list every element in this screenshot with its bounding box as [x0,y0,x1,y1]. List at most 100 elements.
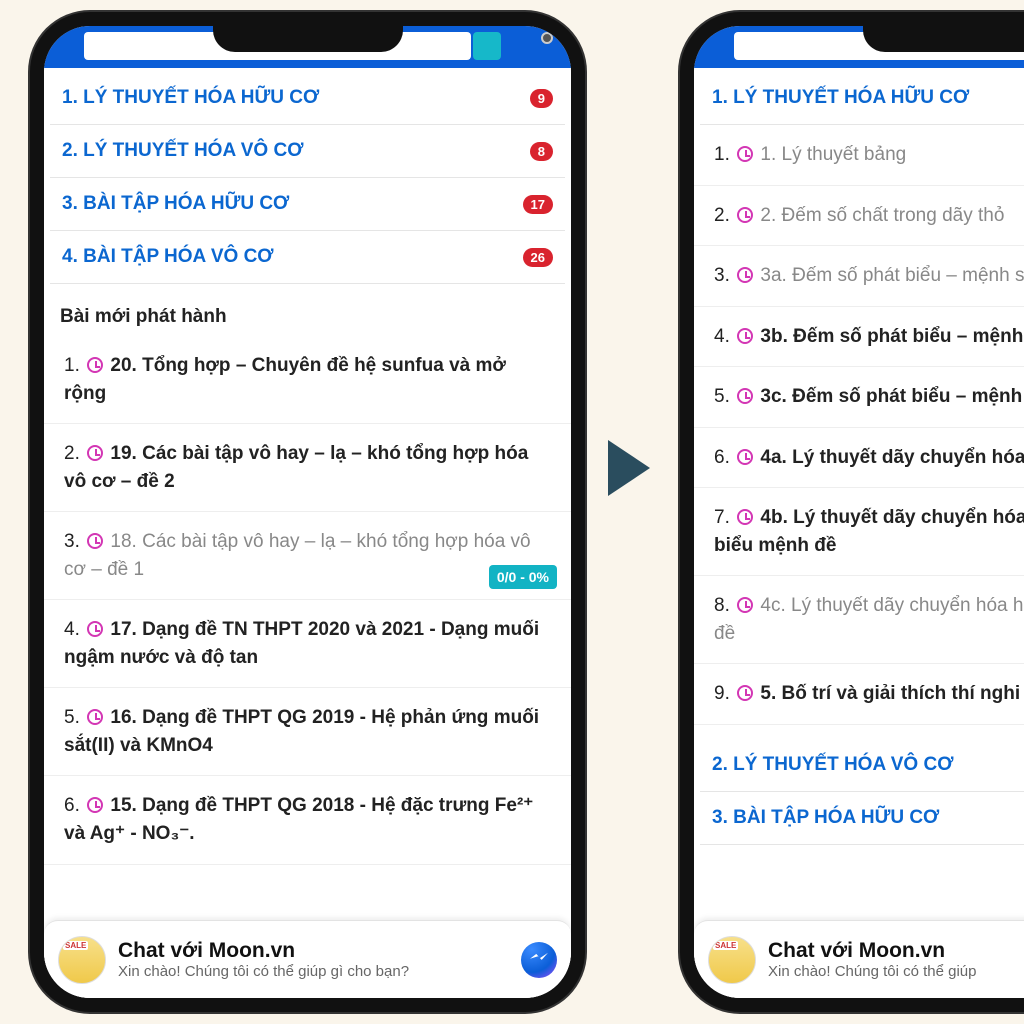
lesson-item[interactable]: 6. 15. Dạng đề THPT QG 2018 - Hệ đặc trư… [44,776,571,864]
progress-badge: 0/0 - 0% [489,565,557,589]
lesson-list: 1. 1. Lý thuyết bảng 2. 2. Đếm số chất t… [694,125,1024,725]
screen: 1. LÝ THUYẾT HÓA HỮU CƠ 9 2. LÝ THUYẾT H… [44,68,571,998]
category-label: 1. LÝ THUYẾT HÓA HỮU CƠ [712,87,969,109]
count-badge: 8 [530,142,553,161]
count-badge: 17 [523,195,553,214]
item-title: 3b. Đếm số phát biểu – mệnh số 2 [760,326,1024,347]
clock-icon [737,328,753,344]
category-item[interactable]: 2. LÝ THUYẾT HÓA VÔ CƠ [700,739,1024,792]
lesson-item[interactable]: 5. 3c. Đếm số phát biểu – mệnh số 3 [694,367,1024,428]
lesson-item[interactable]: 3. 3a. Đếm số phát biểu – mệnh số 1 [694,246,1024,307]
search-go-button[interactable] [473,32,501,60]
item-index: 5. [714,386,730,407]
item-index: 8. [714,595,730,616]
category-label: 4. BÀI TẬP HÓA VÔ CƠ [62,246,274,268]
clock-icon [737,207,753,223]
clock-icon [87,709,103,725]
chat-title: Chat với Moon.vn [768,939,1024,963]
lesson-item[interactable]: 4. 17. Dạng đề TN THPT 2020 và 2021 - Dạ… [44,600,571,688]
category-list: 1. LÝ THUYẾT HÓA HỮU CƠ [700,72,1024,125]
chat-avatar-icon [58,936,106,984]
item-title: 3c. Đếm số phát biểu – mệnh số 3 [760,386,1024,407]
clock-icon [737,509,753,525]
phone-left: 1. LÝ THUYẾT HÓA HỮU CƠ 9 2. LÝ THUYẾT H… [30,12,585,1012]
category-item[interactable]: 4. BÀI TẬP HÓA VÔ CƠ 26 [50,231,565,284]
section-title: Bài mới phát hành [44,284,571,336]
item-title: 4a. Lý thuyết dãy chuyển hóa [760,447,1024,468]
clock-icon [87,445,103,461]
chat-subtitle: Xin chào! Chúng tôi có thể giúp gì cho b… [118,963,509,980]
category-label: 3. BÀI TẬP HÓA HỮU CƠ [712,807,939,829]
item-title: 15. Dạng đề THPT QG 2018 - Hệ đặc trưng … [64,795,533,844]
notch [213,24,403,52]
item-title: 19. Các bài tập vô hay – lạ – khó tổng h… [64,443,528,492]
lesson-item[interactable]: 5. 16. Dạng đề THPT QG 2019 - Hệ phản ứn… [44,688,571,776]
item-index: 4. [64,619,80,640]
category-item[interactable]: 2. LÝ THUYẾT HÓA VÔ CƠ 8 [50,125,565,178]
chat-subtitle: Xin chào! Chúng tôi có thể giúp [768,963,1024,980]
category-item[interactable]: 1. LÝ THUYẾT HÓA HỮU CƠ 9 [50,72,565,125]
lesson-item[interactable]: 7. 4b. Lý thuyết dãy chuyển hóa chữ kết … [694,488,1024,576]
lesson-item[interactable]: 2. 2. Đếm số chất trong dãy thỏ [694,186,1024,247]
clock-icon [737,685,753,701]
item-index: 7. [714,507,730,528]
count-badge: 26 [523,248,553,267]
lesson-item[interactable]: 9. 5. Bố trí và giải thích thí nghi [694,664,1024,725]
screen: 1. LÝ THUYẾT HÓA HỮU CƠ 1. 1. Lý thuyết … [694,68,1024,998]
item-index: 1. [64,355,80,376]
topbar-dot-icon [541,32,553,44]
lesson-item[interactable]: 1. 20. Tổng hợp – Chuyên đề hệ sunfua và… [44,336,571,424]
item-index: 4. [714,326,730,347]
chat-bar[interactable]: Chat với Moon.vn Xin chào! Chúng tôi có … [694,920,1024,998]
notch [863,24,1024,52]
count-badge: 9 [530,89,553,108]
category-list: 1. LÝ THUYẾT HÓA HỮU CƠ 9 2. LÝ THUYẾT H… [50,72,565,284]
item-index: 6. [64,795,80,816]
item-title: 5. Bố trí và giải thích thí nghi [760,683,1020,704]
item-title: 16. Dạng đề THPT QG 2019 - Hệ phản ứng m… [64,707,539,756]
category-item[interactable]: 3. BÀI TẬP HÓA HỮU CƠ 17 [50,178,565,231]
phone-right: 1. LÝ THUYẾT HÓA HỮU CƠ 1. 1. Lý thuyết … [680,12,1024,1012]
messenger-icon[interactable] [521,942,557,978]
lesson-item[interactable]: 2. 19. Các bài tập vô hay – lạ – khó tổn… [44,424,571,512]
clock-icon [87,797,103,813]
lesson-item[interactable]: 3. 18. Các bài tập vô hay – lạ – khó tổn… [44,512,571,600]
item-index: 6. [714,447,730,468]
category-label: 3. BÀI TẬP HÓA HỮU CƠ [62,193,289,215]
item-title: 1. Lý thuyết bảng [760,144,906,165]
chat-bar[interactable]: Chat với Moon.vn Xin chào! Chúng tôi có … [44,920,571,998]
item-title: 18. Các bài tập vô hay – lạ – khó tổng h… [64,531,531,580]
category-list-rest: 2. LÝ THUYẾT HÓA VÔ CƠ 3. BÀI TẬP HÓA HỮ… [700,739,1024,845]
clock-icon [87,621,103,637]
lesson-item[interactable]: 6. 4a. Lý thuyết dãy chuyển hóa [694,428,1024,489]
clock-icon [737,449,753,465]
clock-icon [737,267,753,283]
lesson-item[interactable]: 4. 3b. Đếm số phát biểu – mệnh số 2 [694,307,1024,368]
item-title: 4b. Lý thuyết dãy chuyển hóa chữ kết hợp… [714,507,1024,556]
chat-title: Chat với Moon.vn [118,939,509,963]
category-label: 1. LÝ THUYẾT HÓA HỮU CƠ [62,87,319,109]
category-item-expanded[interactable]: 1. LÝ THUYẾT HÓA HỮU CƠ [700,72,1024,125]
clock-icon [737,597,753,613]
category-label: 2. LÝ THUYẾT HÓA VÔ CƠ [712,754,953,776]
item-index: 1. [714,144,730,165]
item-title: 17. Dạng đề TN THPT 2020 và 2021 - Dạng … [64,619,539,668]
item-title: 3a. Đếm số phát biểu – mệnh số 1 [760,265,1024,286]
item-title: 2. Đếm số chất trong dãy thỏ [760,205,1004,226]
category-item[interactable]: 3. BÀI TẬP HÓA HỮU CƠ [700,792,1024,845]
lesson-item[interactable]: 8. 4c. Lý thuyết dãy chuyển hóa hợp phát… [694,576,1024,664]
chat-avatar-icon [708,936,756,984]
item-title: 20. Tổng hợp – Chuyên đề hệ sunfua và mở… [64,355,506,404]
item-index: 5. [64,707,80,728]
item-index: 2. [714,205,730,226]
chat-text: Chat với Moon.vn Xin chào! Chúng tôi có … [768,939,1024,980]
item-index: 2. [64,443,80,464]
lesson-list: 1. 20. Tổng hợp – Chuyên đề hệ sunfua và… [44,336,571,865]
lesson-item[interactable]: 1. 1. Lý thuyết bảng [694,125,1024,186]
clock-icon [737,388,753,404]
arrow-right-icon [608,440,650,496]
item-index: 3. [714,265,730,286]
chat-text: Chat với Moon.vn Xin chào! Chúng tôi có … [118,939,509,980]
clock-icon [87,357,103,373]
item-index: 3. [64,531,80,552]
